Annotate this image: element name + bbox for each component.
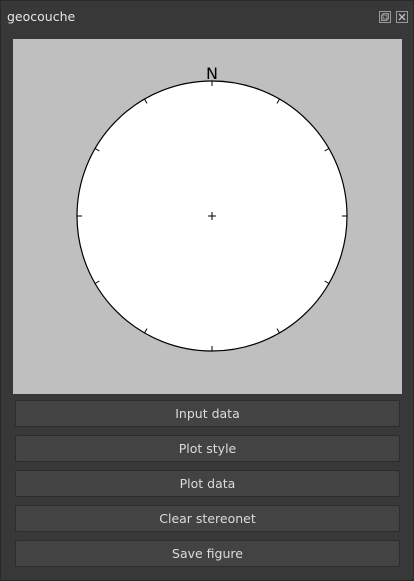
plot-data-button[interactable]: Plot data (15, 470, 400, 497)
float-icon[interactable] (379, 11, 391, 23)
save-figure-button[interactable]: Save figure (15, 540, 400, 567)
north-label: N (206, 64, 218, 83)
close-icon[interactable] (396, 11, 408, 23)
stereonet-plot: N (76, 64, 348, 352)
input-data-button[interactable]: Input data (15, 400, 400, 427)
plot-style-button[interactable]: Plot style (15, 435, 400, 462)
geocouche-dock-panel: geocouche N Input data Plot style Plot d… (0, 0, 414, 581)
window-title: geocouche (7, 9, 76, 24)
title-bar[interactable]: geocouche (1, 1, 413, 33)
clear-stereonet-button[interactable]: Clear stereonet (15, 505, 400, 532)
stereonet-canvas[interactable]: N (13, 39, 402, 394)
